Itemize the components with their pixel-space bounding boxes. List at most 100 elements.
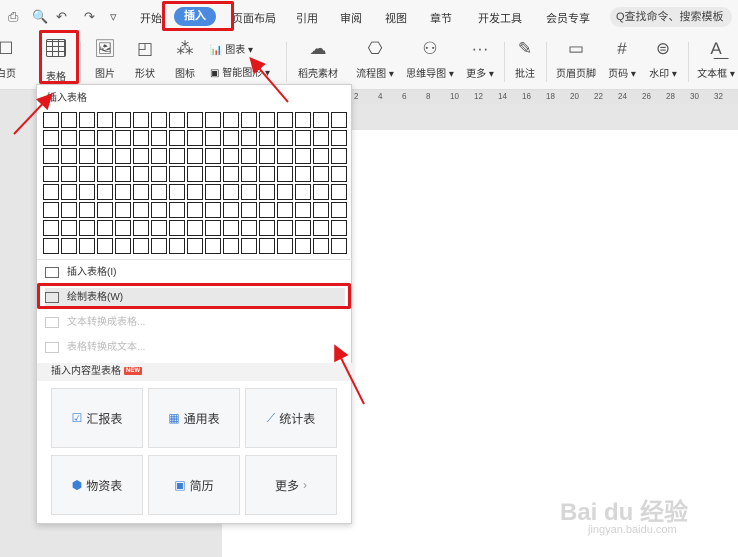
materials-table-card[interactable]: ⬢ 物资表 [51,455,143,515]
grid-cell[interactable] [241,202,257,218]
grid-cell[interactable] [61,238,77,254]
grid-cell[interactable] [223,238,239,254]
grid-cell[interactable] [313,112,329,128]
grid-cell[interactable] [205,238,221,254]
mindmap-button[interactable]: ⚇ 思维导图 ▾ [402,39,458,80]
grid-cell[interactable] [43,238,59,254]
resume-card[interactable]: ▣ 简历 [148,455,240,515]
grid-cell[interactable] [169,220,185,236]
grid-cell[interactable] [151,184,167,200]
grid-cell[interactable] [205,130,221,146]
grid-cell[interactable] [115,112,131,128]
grid-cell[interactable] [205,184,221,200]
tab-membership[interactable]: 会员专享 [546,10,590,26]
text-to-table-item[interactable]: 文本转换成表格... [45,313,345,333]
grid-cell[interactable] [331,184,347,200]
grid-cell[interactable] [43,148,59,164]
grid-cell[interactable] [133,184,149,200]
tab-references[interactable]: 引用 [296,10,318,26]
grid-cell[interactable] [331,148,347,164]
comment-button[interactable]: ✎ 批注 [510,39,540,80]
grid-cell[interactable] [79,238,95,254]
shape-button[interactable]: ◰ 形状 [128,39,162,80]
grid-cell[interactable] [115,184,131,200]
print-preview-icon[interactable]: 🔍 [32,9,48,25]
grid-cell[interactable] [97,238,113,254]
grid-cell[interactable] [79,130,95,146]
grid-cell[interactable] [187,238,203,254]
grid-cell[interactable] [79,220,95,236]
tab-review[interactable]: 审阅 [340,10,362,26]
more-templates-card[interactable]: 更多 › [245,455,337,515]
grid-cell[interactable] [331,130,347,146]
grid-cell[interactable] [133,202,149,218]
grid-cell[interactable] [241,238,257,254]
general-table-card[interactable]: ▦ 通用表 [148,388,240,448]
grid-cell[interactable] [313,166,329,182]
grid-cell[interactable] [223,148,239,164]
horizontal-ruler[interactable]: 2 4 6 8 10 12 14 16 18 20 22 24 26 28 30… [350,90,738,104]
flowchart-button[interactable]: ⎔ 流程图 ▾ [352,39,398,80]
grid-cell[interactable] [223,202,239,218]
grid-cell[interactable] [259,148,275,164]
grid-cell[interactable] [61,220,77,236]
grid-cell[interactable] [133,220,149,236]
textbox-button[interactable]: A͟ 文本框 ▾ [694,39,738,80]
grid-cell[interactable] [169,130,185,146]
grid-cell[interactable] [313,220,329,236]
grid-cell[interactable] [205,220,221,236]
grid-cell[interactable] [43,130,59,146]
customize-toolbar-icon[interactable]: ▿ [110,9,117,25]
grid-cell[interactable] [61,166,77,182]
grid-cell[interactable] [133,166,149,182]
grid-cell[interactable] [277,166,293,182]
grid-cell[interactable] [61,148,77,164]
grid-cell[interactable] [43,220,59,236]
grid-cell[interactable] [259,184,275,200]
grid-cell[interactable] [277,130,293,146]
grid-cell[interactable] [115,238,131,254]
chart-button[interactable]: 📊 图表 ▾ [210,41,253,56]
grid-cell[interactable] [295,148,311,164]
grid-cell[interactable] [313,148,329,164]
grid-cell[interactable] [115,130,131,146]
grid-cell[interactable] [331,112,347,128]
grid-cell[interactable] [205,112,221,128]
grid-cell[interactable] [277,202,293,218]
grid-cell[interactable] [43,112,59,128]
page-number-button[interactable]: # 页码 ▾ [604,39,640,80]
watermark-button[interactable]: ⊜ 水印 ▾ [646,39,680,80]
picture-button[interactable]: 🖼 图片 [88,39,122,80]
grid-cell[interactable] [151,238,167,254]
grid-cell[interactable] [313,238,329,254]
grid-cell[interactable] [205,166,221,182]
grid-cell[interactable] [241,112,257,128]
print-icon[interactable]: ⎙ [8,9,18,25]
grid-cell[interactable] [97,112,113,128]
grid-cell[interactable] [313,202,329,218]
header-footer-button[interactable]: ▭ 页眉页脚 [552,39,600,80]
grid-cell[interactable] [223,220,239,236]
tab-sections[interactable]: 章节 [430,10,452,26]
grid-cell[interactable] [295,238,311,254]
grid-cell[interactable] [79,166,95,182]
grid-cell[interactable] [277,220,293,236]
insert-table-item[interactable]: 插入表格(I) [45,263,345,283]
grid-cell[interactable] [187,112,203,128]
grid-cell[interactable] [241,220,257,236]
grid-cell[interactable] [187,220,203,236]
grid-cell[interactable] [295,202,311,218]
grid-cell[interactable] [187,202,203,218]
icon-button[interactable]: ⁂ 图标 [168,39,202,80]
grid-cell[interactable] [295,166,311,182]
grid-cell[interactable] [151,166,167,182]
grid-cell[interactable] [169,202,185,218]
grid-cell[interactable] [133,148,149,164]
grid-cell[interactable] [61,202,77,218]
grid-cell[interactable] [79,148,95,164]
grid-cell[interactable] [313,130,329,146]
tab-page-layout[interactable]: 页面布局 [232,10,276,26]
grid-cell[interactable] [331,166,347,182]
tab-developer[interactable]: 开发工具 [478,10,522,26]
grid-cell[interactable] [115,220,131,236]
